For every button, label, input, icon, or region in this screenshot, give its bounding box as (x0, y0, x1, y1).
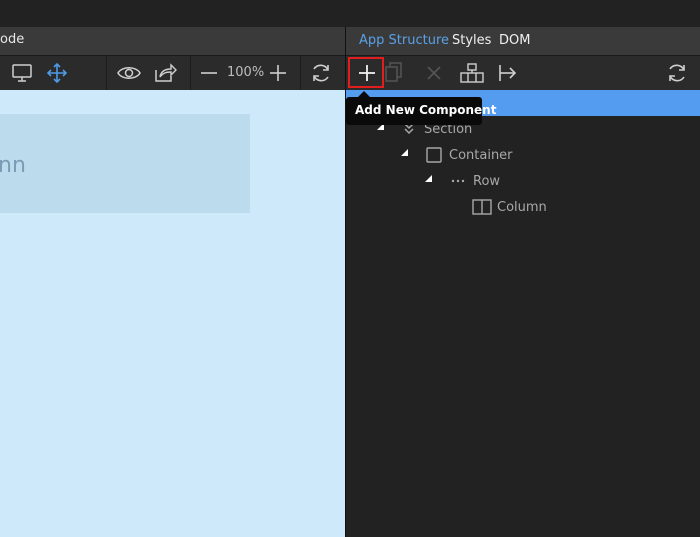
window-top-bar (0, 0, 700, 27)
zoom-in-icon[interactable] (269, 64, 287, 82)
tree-item-container[interactable]: Container (449, 148, 513, 163)
tab-app-structure[interactable]: App Structure (359, 33, 449, 48)
container-icon (426, 147, 442, 163)
structure-tree (346, 90, 700, 537)
move-to-icon[interactable] (498, 63, 518, 83)
refresh-icon[interactable] (666, 62, 688, 84)
zoom-level: 100% (227, 65, 265, 80)
structure-toolbar (346, 56, 700, 90)
canvas-block-text: nn (0, 153, 26, 178)
eye-icon[interactable] (117, 64, 141, 82)
tab-dom[interactable]: DOM (499, 33, 530, 48)
toolbar-separator (190, 56, 191, 90)
add-icon (359, 65, 375, 81)
monitor-icon[interactable] (11, 63, 33, 83)
add-component-tooltip: Add New Component (346, 91, 496, 125)
column-icon (472, 199, 492, 215)
wrap-icon[interactable] (459, 62, 485, 84)
toolbar-separator (106, 56, 107, 90)
canvas-toolbar: 100% (0, 56, 345, 91)
dots-icon (451, 179, 465, 183)
refresh-icon[interactable] (310, 62, 332, 84)
tree-item-row[interactable]: Row (473, 174, 500, 189)
delete-icon[interactable] (426, 65, 442, 81)
tooltip-text: Add New Component (355, 103, 497, 117)
share-icon[interactable] (153, 62, 177, 84)
zoom-out-icon[interactable] (200, 64, 218, 82)
add-component-button[interactable] (348, 57, 384, 88)
toolbar-separator (300, 56, 301, 90)
expand-triangle-icon[interactable] (425, 175, 432, 182)
duplicate-icon[interactable] (382, 61, 404, 83)
structure-tabs: App Structure Styles DOM (346, 27, 700, 56)
move-icon[interactable] (46, 62, 68, 84)
design-canvas[interactable]: nn (0, 90, 345, 537)
canvas-column-block[interactable]: nn (0, 114, 250, 213)
canvas-tab-label[interactable]: ode (0, 32, 24, 47)
tab-styles[interactable]: Styles (452, 33, 491, 48)
canvas-tabs: ode (0, 27, 345, 56)
expand-triangle-icon[interactable] (401, 149, 408, 156)
tree-item-column[interactable]: Column (497, 200, 547, 215)
